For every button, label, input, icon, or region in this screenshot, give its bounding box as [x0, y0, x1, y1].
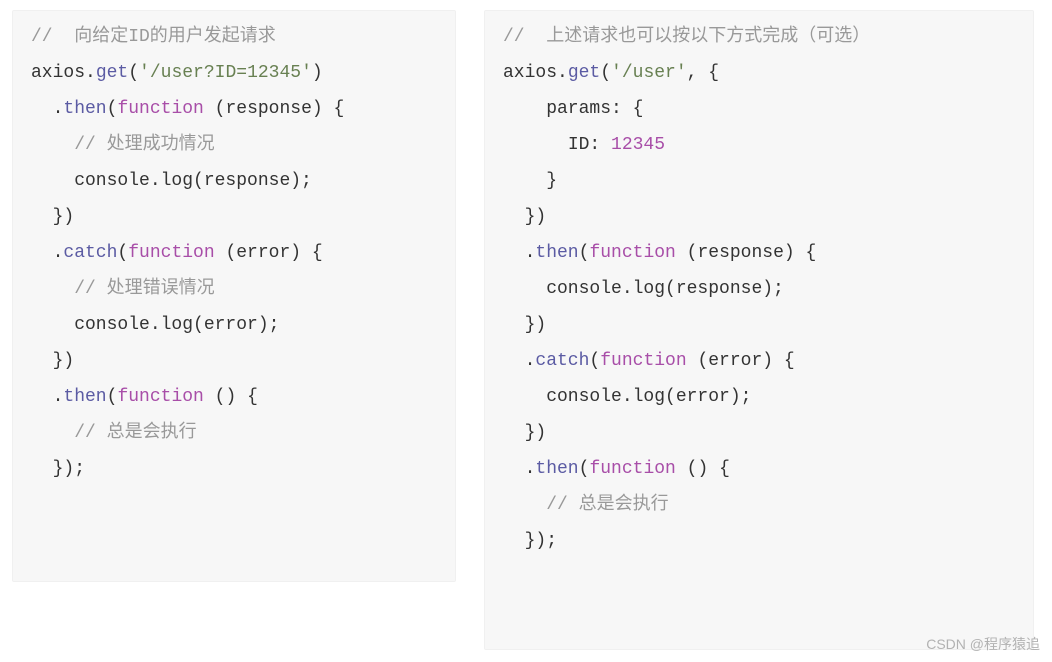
code-comment: // 处理成功情况 — [31, 135, 215, 155]
code-right: // 上述请求也可以按以下方式完成（可选） axios.get('/user',… — [503, 19, 1023, 559]
code-line: .then(function (response) { — [31, 99, 344, 119]
code-line: }) — [503, 207, 546, 227]
code-comment: // 处理错误情况 — [31, 279, 215, 299]
code-line: }) — [31, 351, 74, 371]
code-line: }) — [503, 315, 546, 335]
code-line: console.log(response); — [31, 171, 312, 191]
code-line: console.log(error); — [503, 387, 751, 407]
code-line: .then(function () { — [31, 387, 258, 407]
code-block-right: // 上述请求也可以按以下方式完成（可选） axios.get('/user',… — [484, 10, 1034, 650]
code-line: .then(function () { — [503, 459, 730, 479]
code-line: axios.get('/user', { — [503, 63, 719, 83]
code-line: } — [503, 171, 557, 191]
code-comment: // 向给定ID的用户发起请求 — [31, 27, 276, 47]
code-line: .catch(function (error) { — [503, 351, 795, 371]
code-line: .then(function (response) { — [503, 243, 816, 263]
code-line: axios.get('/user?ID=12345') — [31, 63, 323, 83]
code-line: console.log(error); — [31, 315, 279, 335]
code-line: }); — [503, 531, 557, 551]
code-left: // 向给定ID的用户发起请求 axios.get('/user?ID=1234… — [31, 19, 445, 487]
code-comment: // 总是会执行 — [503, 495, 669, 515]
code-line: ID: 12345 — [503, 135, 665, 155]
code-line: }) — [31, 207, 74, 227]
code-line: }) — [503, 423, 546, 443]
code-line: console.log(response); — [503, 279, 784, 299]
code-line: params: { — [503, 99, 643, 119]
code-line: .catch(function (error) { — [31, 243, 323, 263]
code-block-left: // 向给定ID的用户发起请求 axios.get('/user?ID=1234… — [12, 10, 456, 582]
code-comment: // 上述请求也可以按以下方式完成（可选） — [503, 27, 870, 47]
code-line: }); — [31, 459, 85, 479]
watermark: CSDN @程序猿追 — [926, 634, 1040, 654]
code-comment: // 总是会执行 — [31, 423, 197, 443]
